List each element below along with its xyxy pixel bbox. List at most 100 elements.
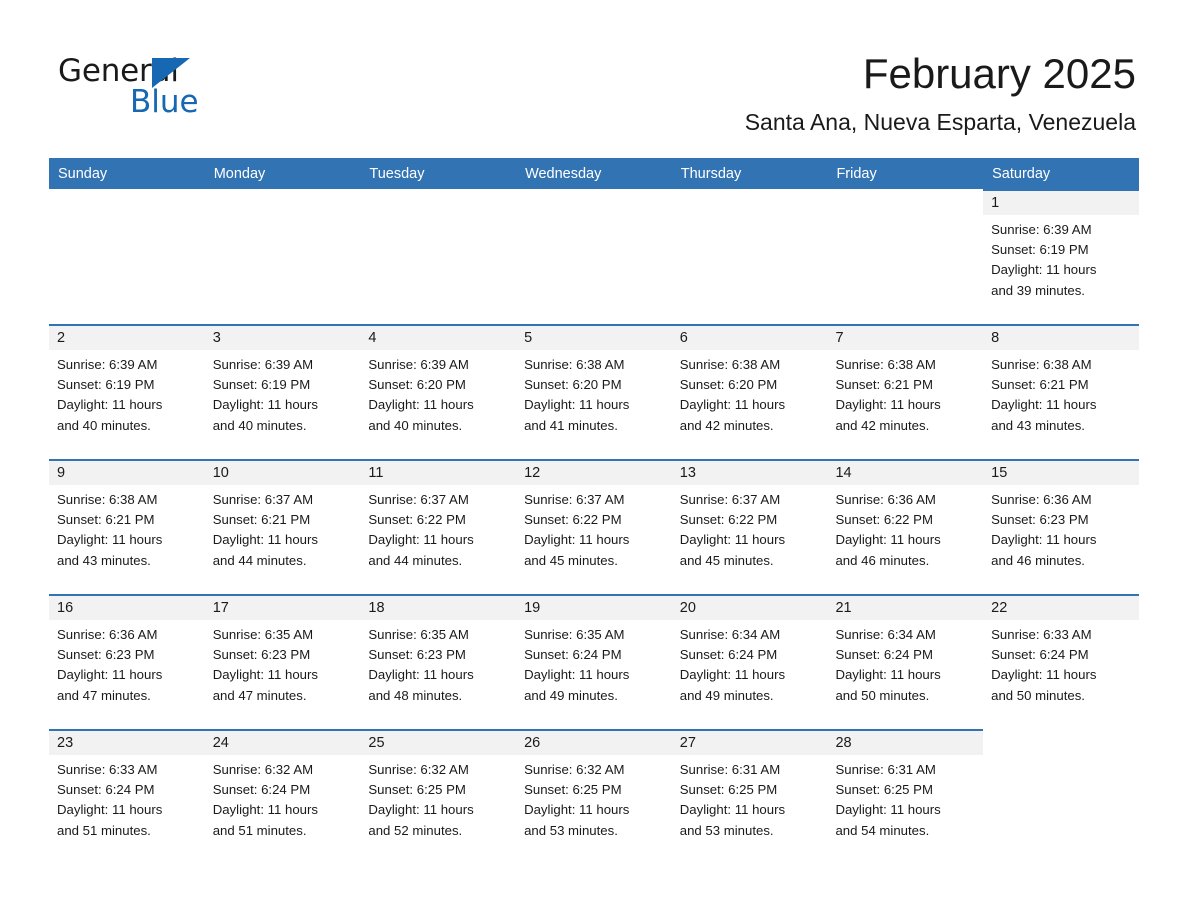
sunrise-text: Sunrise: 6:39 AM <box>212 357 314 372</box>
daylight-text-line1: Daylight: 11 hours <box>57 802 163 818</box>
sunrise-text: Sunrise: 6:36 AM <box>57 627 158 642</box>
daylight-text-line2: and 43 minutes. <box>57 552 151 568</box>
calendar-day-cell[interactable]: 11 Sunrise: 6:37 AM Sunset: 6:22 PM Dayligh… <box>360 459 517 586</box>
sunset-text: Sunset: 6:20 PM <box>679 377 778 393</box>
day-number: 12 <box>516 461 672 485</box>
sunset-text: Sunset: 6:19 PM <box>57 377 155 393</box>
daylight-text-line1: Daylight: 11 hours <box>212 532 318 548</box>
day-number: 2 <box>49 326 205 350</box>
calendar-day-cell-empty <box>204 189 361 316</box>
logo-bottom-row: Blue <box>130 83 199 121</box>
daylight-text-line1: Daylight: 11 hours <box>524 532 630 548</box>
sunrise-text: Sunrise: 6:37 AM <box>679 492 781 507</box>
calendar-day-cell[interactable]: 4 Sunrise: 6:39 AM Sunset: 6:20 PM Daylight… <box>360 324 517 451</box>
calendar-day-cell[interactable]: 19 Sunrise: 6:35 AM Sunset: 6:24 PM Dayligh… <box>516 594 672 721</box>
calendar-day-cell[interactable]: 10 Sunrise: 6:37 AM Sunset: 6:21 PM Dayligh… <box>204 459 361 586</box>
daylight-text-line1: Daylight: 11 hours <box>835 532 941 548</box>
day-details: Sunrise: 6:35 AM Sunset: 6:23 PM Daylight:… <box>360 620 516 706</box>
daylight-text-line1: Daylight: 11 hours <box>524 397 630 413</box>
daylight-text-line2: and 46 minutes. <box>835 552 930 568</box>
day-number: 14 <box>827 461 984 485</box>
calendar-day-cell[interactable]: 12 Sunrise: 6:37 AM Sunset: 6:22 PM Dayligh… <box>516 459 672 586</box>
calendar-day-cell[interactable]: 2 Sunrise: 6:39 AM Sunset: 6:19 PM Daylight… <box>49 324 205 451</box>
calendar-day-cell[interactable]: 17 Sunrise: 6:35 AM Sunset: 6:23 PM Dayligh… <box>204 594 361 721</box>
day-number: 17 <box>204 596 361 620</box>
calendar-day-cell[interactable]: 22 Sunrise: 6:33 AM Sunset: 6:24 PM Dayligh… <box>983 594 1139 721</box>
sunset-text: Sunset: 6:25 PM <box>835 782 933 798</box>
calendar-day-cell[interactable]: 21 Sunrise: 6:34 AM Sunset: 6:24 PM Dayligh… <box>827 594 984 721</box>
daylight-text-line1: Daylight: 11 hours <box>212 397 318 413</box>
day-details: Sunrise: 6:32 AM Sunset: 6:25 PM Daylight:… <box>516 755 672 841</box>
sunrise-text: Sunrise: 6:34 AM <box>679 627 781 642</box>
daylight-text-line2: and 46 minutes. <box>991 552 1085 568</box>
calendar-day-cell[interactable]: 3 Sunrise: 6:39 AM Sunset: 6:19 PM Daylight… <box>204 324 361 451</box>
day-number: 26 <box>516 731 672 755</box>
sunrise-text: Sunrise: 6:39 AM <box>57 357 158 372</box>
daylight-text-line2: and 49 minutes. <box>679 687 774 703</box>
sunset-text: Sunset: 6:24 PM <box>57 782 155 798</box>
daylight-text-line1: Daylight: 11 hours <box>524 802 630 818</box>
weekday-header-sunday: Sunday <box>49 158 205 189</box>
day-details: Sunrise: 6:37 AM Sunset: 6:21 PM Daylight:… <box>205 485 361 571</box>
daylight-text-line2: and 43 minutes. <box>991 417 1085 433</box>
sunset-text: Sunset: 6:22 PM <box>835 512 933 528</box>
calendar-page: General Blue February 2025 Santa Ana, Nu… <box>0 0 1188 918</box>
day-details: Sunrise: 6:39 AM Sunset: 6:20 PM Daylight:… <box>360 350 516 436</box>
calendar-day-cell[interactable]: 23 Sunrise: 6:33 AM Sunset: 6:24 PM Dayligh… <box>49 729 205 856</box>
day-details: Sunrise: 6:31 AM Sunset: 6:25 PM Daylight:… <box>672 755 828 841</box>
day-details: Sunrise: 6:32 AM Sunset: 6:25 PM Daylight:… <box>360 755 516 841</box>
calendar-day-cell[interactable]: 14 Sunrise: 6:36 AM Sunset: 6:22 PM Dayligh… <box>827 459 984 586</box>
calendar-day-cell[interactable]: 24 Sunrise: 6:32 AM Sunset: 6:24 PM Dayligh… <box>204 729 361 856</box>
calendar-day-cell[interactable]: 25 Sunrise: 6:32 AM Sunset: 6:25 PM Dayligh… <box>360 729 517 856</box>
day-number: 8 <box>983 326 1139 350</box>
calendar-week-row: 9 Sunrise: 6:38 AM Sunset: 6:21 PM Daylight… <box>49 459 1139 586</box>
location-subtitle: Santa Ana, Nueva Esparta, Venezuela <box>744 109 1136 135</box>
weekday-header-monday: Monday <box>204 158 361 189</box>
sunset-text: Sunset: 6:20 PM <box>524 377 622 393</box>
day-number: 6 <box>671 326 828 350</box>
daylight-text-line1: Daylight: 11 hours <box>368 532 474 548</box>
calendar-day-cell[interactable]: 1 Sunrise: 6:39 AM Sunset: 6:19 PM Daylight… <box>983 189 1139 316</box>
day-number <box>360 191 517 215</box>
day-number: 19 <box>516 596 672 620</box>
day-number: 18 <box>360 596 517 620</box>
sunrise-text: Sunrise: 6:33 AM <box>57 762 158 777</box>
calendar-day-cell[interactable]: 18 Sunrise: 6:35 AM Sunset: 6:23 PM Dayligh… <box>360 594 517 721</box>
calendar-day-cell[interactable]: 8 Sunrise: 6:38 AM Sunset: 6:21 PM Daylight… <box>983 324 1139 451</box>
calendar-week-row: 23 Sunrise: 6:33 AM Sunset: 6:24 PM Dayligh… <box>49 729 1139 856</box>
calendar-day-cell[interactable]: 27 Sunrise: 6:31 AM Sunset: 6:25 PM Dayligh… <box>671 729 828 856</box>
calendar-day-cell[interactable]: 5 Sunrise: 6:38 AM Sunset: 6:20 PM Daylight… <box>516 324 672 451</box>
day-details: Sunrise: 6:38 AM Sunset: 6:20 PM Daylight:… <box>672 350 828 436</box>
daylight-text-line1: Daylight: 11 hours <box>524 667 630 683</box>
daylight-text-line2: and 49 minutes. <box>524 687 618 703</box>
calendar-day-cell[interactable]: 16 Sunrise: 6:36 AM Sunset: 6:23 PM Dayligh… <box>49 594 205 721</box>
daylight-text-line1: Daylight: 11 hours <box>679 667 786 683</box>
daylight-text-line2: and 48 minutes. <box>368 687 463 703</box>
calendar-day-cell-empty <box>671 189 828 316</box>
day-number: 27 <box>671 731 828 755</box>
calendar-day-cell-empty <box>983 729 1139 856</box>
day-details: Sunrise: 6:32 AM Sunset: 6:24 PM Daylight:… <box>205 755 361 841</box>
daylight-text-line1: Daylight: 11 hours <box>991 397 1097 413</box>
day-details: Sunrise: 6:33 AM Sunset: 6:24 PM Daylight:… <box>49 755 205 841</box>
sunset-text: Sunset: 6:19 PM <box>212 377 311 393</box>
day-number: 16 <box>49 596 205 620</box>
calendar-day-cell[interactable]: 13 Sunrise: 6:37 AM Sunset: 6:22 PM Dayligh… <box>671 459 828 586</box>
daylight-text-line1: Daylight: 11 hours <box>57 667 163 683</box>
day-number: 4 <box>360 326 517 350</box>
calendar-day-cell[interactable]: 26 Sunrise: 6:32 AM Sunset: 6:25 PM Dayligh… <box>516 729 672 856</box>
sunrise-text: Sunrise: 6:32 AM <box>524 762 625 777</box>
sunrise-text: Sunrise: 6:35 AM <box>368 627 469 642</box>
calendar-day-cell[interactable]: 28 Sunrise: 6:31 AM Sunset: 6:25 PM Dayligh… <box>827 729 984 856</box>
day-number <box>671 191 828 215</box>
calendar-day-cell[interactable]: 7 Sunrise: 6:38 AM Sunset: 6:21 PM Daylight… <box>827 324 984 451</box>
sunset-text: Sunset: 6:24 PM <box>991 647 1089 663</box>
calendar-day-cell[interactable]: 9 Sunrise: 6:38 AM Sunset: 6:21 PM Daylight… <box>49 459 205 586</box>
calendar-day-cell[interactable]: 20 Sunrise: 6:34 AM Sunset: 6:24 PM Dayligh… <box>671 594 828 721</box>
sunrise-text: Sunrise: 6:33 AM <box>991 627 1092 642</box>
sunrise-text: Sunrise: 6:37 AM <box>212 492 314 507</box>
day-number: 1 <box>983 191 1139 215</box>
day-number: 22 <box>983 596 1139 620</box>
calendar-day-cell[interactable]: 6 Sunrise: 6:38 AM Sunset: 6:20 PM Daylight… <box>671 324 828 451</box>
calendar-day-cell[interactable]: 15 Sunrise: 6:36 AM Sunset: 6:23 PM Dayligh… <box>983 459 1139 586</box>
